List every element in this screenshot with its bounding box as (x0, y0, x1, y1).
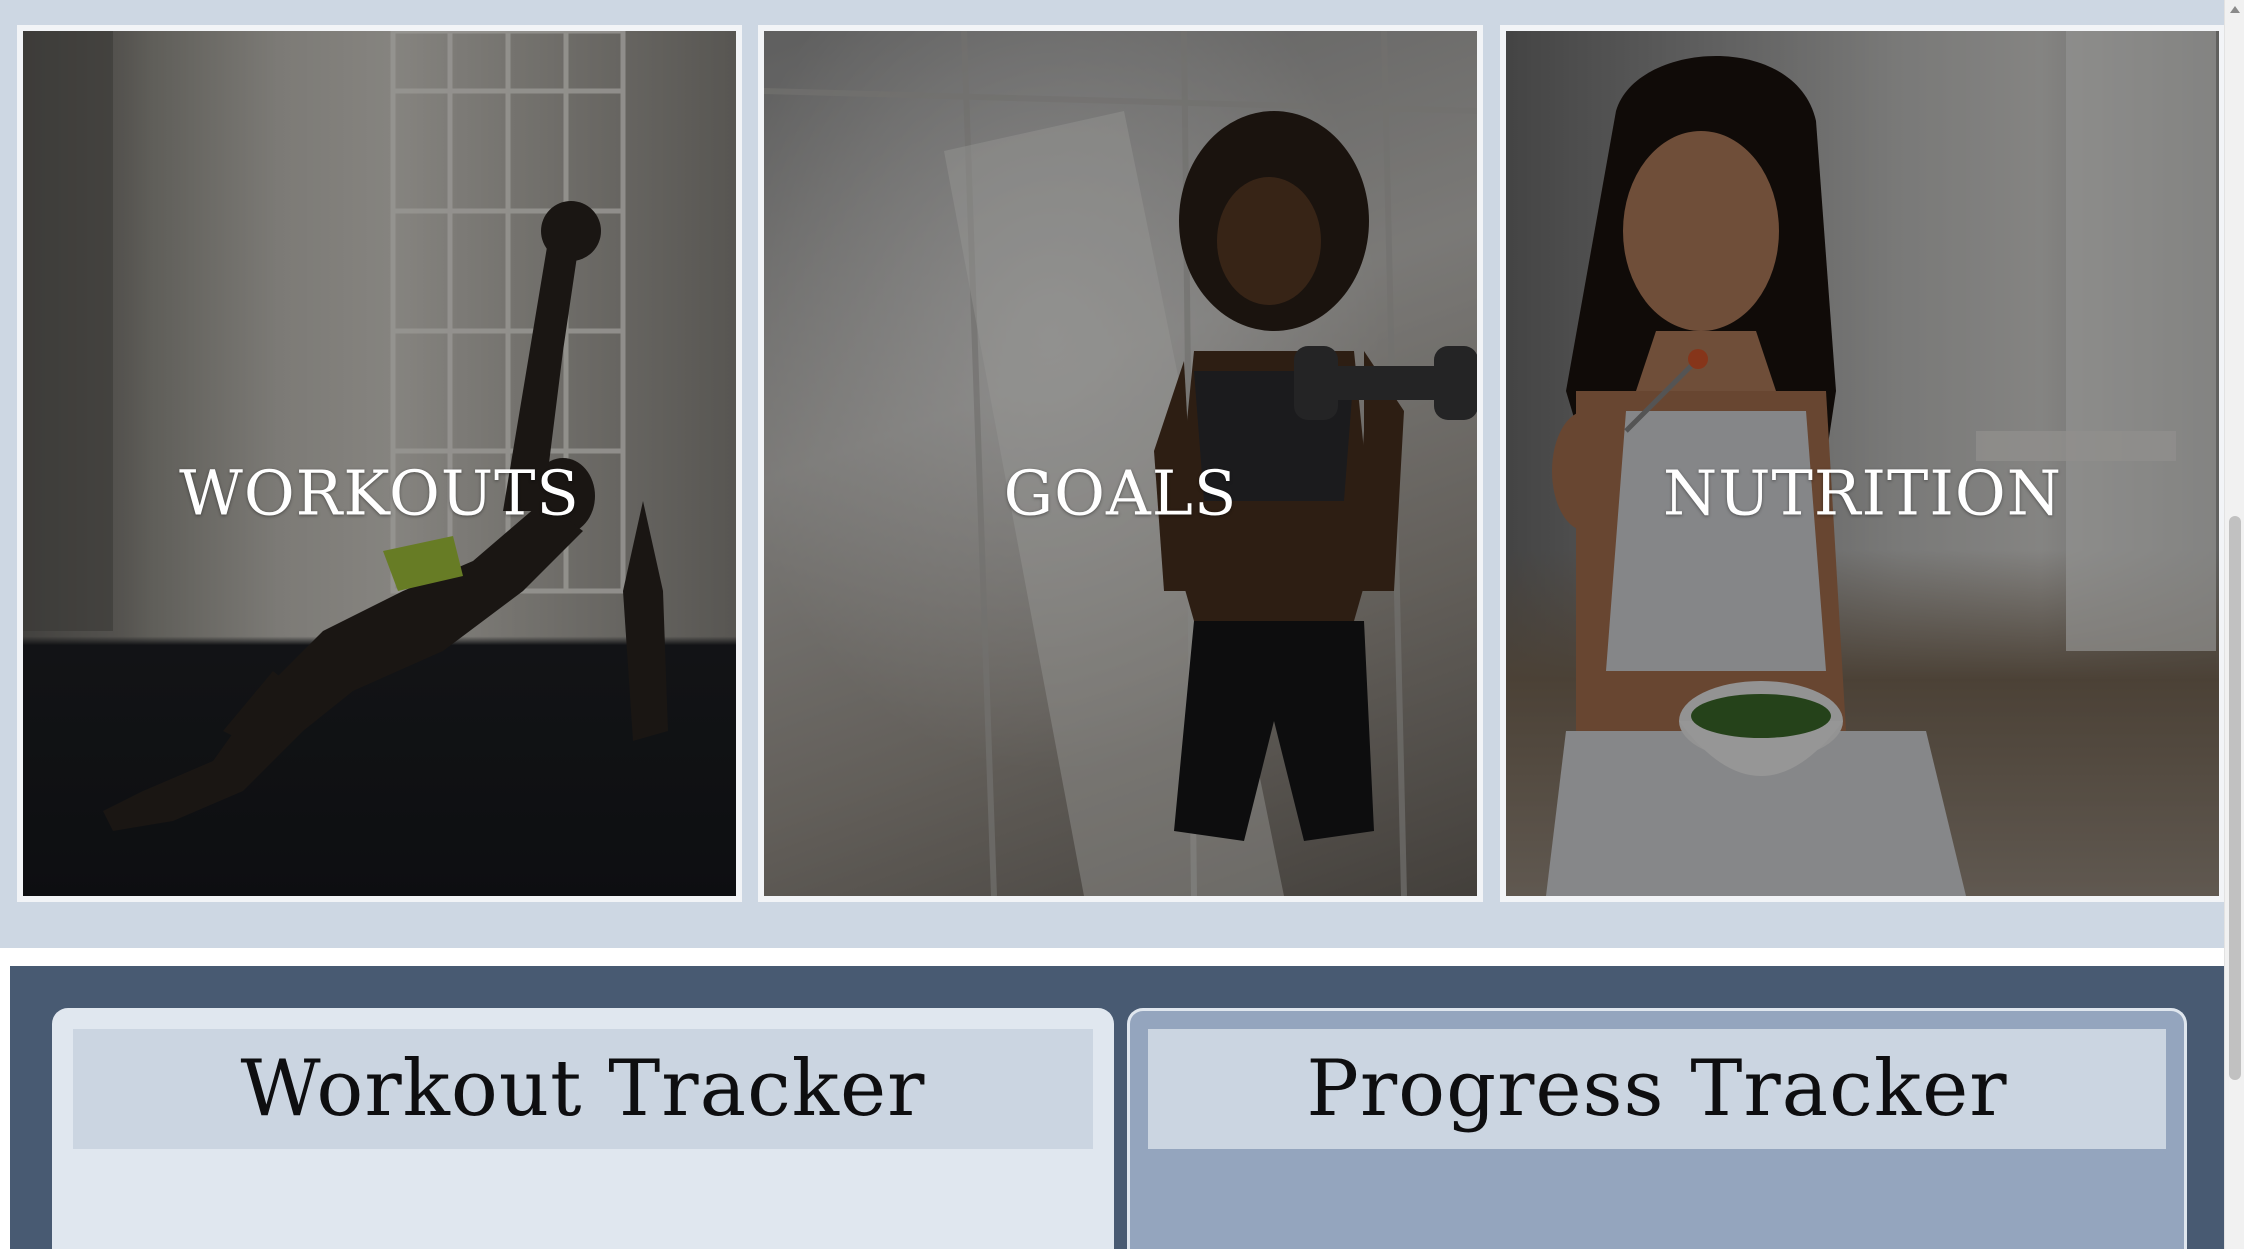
category-cards-section: WORKOUTS GOALS NUTRITION (0, 0, 2225, 948)
nutrition-photo: NUTRITION (1506, 31, 2219, 896)
goals-label: GOALS (1003, 456, 1238, 530)
nutrition-label: NUTRITION (1663, 456, 2062, 530)
scroll-up-arrow-icon[interactable] (2230, 6, 2240, 13)
workouts-photo: WORKOUTS (23, 31, 736, 896)
nutrition-card[interactable]: NUTRITION (1500, 25, 2225, 902)
workouts-label: WORKOUTS (179, 456, 580, 530)
page: WORKOUTS GOALS NUTRITION Workout Tracker… (0, 0, 2244, 1249)
workouts-card[interactable]: WORKOUTS (17, 25, 742, 902)
scrollbar-thumb[interactable] (2229, 516, 2241, 1080)
progress-tracker-header: Progress Tracker (1148, 1029, 2166, 1149)
workout-tracker-header: Workout Tracker (73, 1029, 1093, 1149)
workout-tracker-title: Workout Tracker (240, 1044, 926, 1134)
progress-tracker-panel: Progress Tracker (1127, 1008, 2187, 1249)
vertical-scrollbar[interactable] (2224, 0, 2244, 1249)
workout-tracker-panel: Workout Tracker (52, 1008, 1114, 1249)
progress-tracker-title: Progress Tracker (1306, 1044, 2008, 1134)
goals-photo: GOALS (764, 31, 1477, 896)
goals-card[interactable]: GOALS (758, 25, 1483, 902)
